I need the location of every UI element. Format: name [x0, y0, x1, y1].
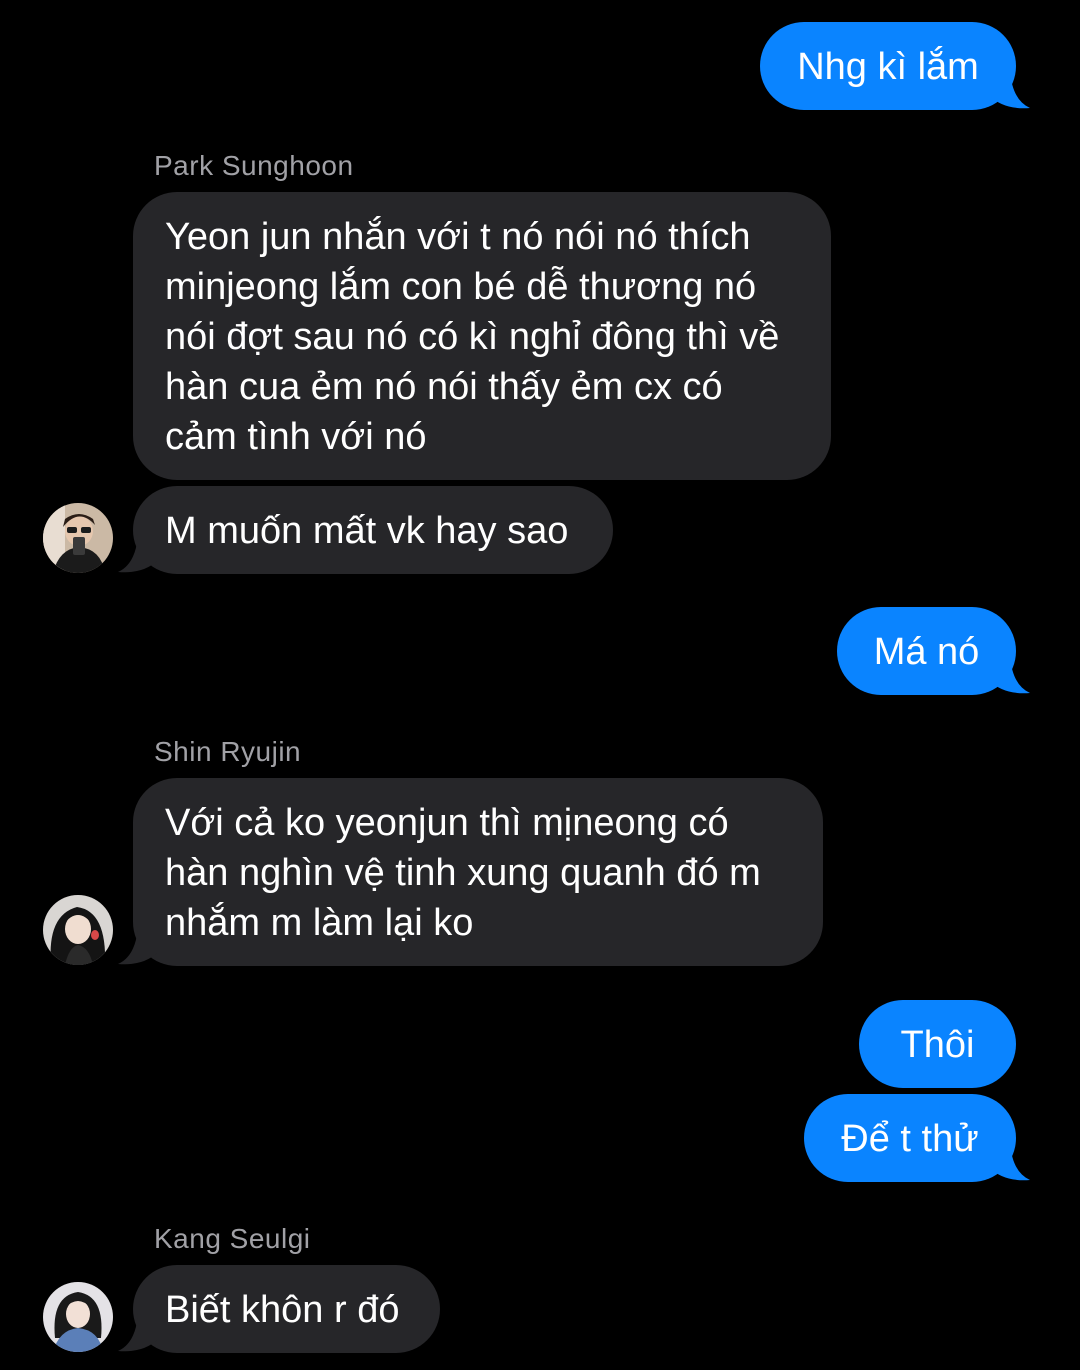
- avatar-shin-ryujin-icon[interactable]: [43, 895, 113, 965]
- bubble-tail-icon: [990, 1142, 1030, 1181]
- incoming-message-bubble[interactable]: M muốn mất vk hay sao: [133, 486, 613, 574]
- avatar-park-sunghoon-icon[interactable]: [43, 503, 113, 573]
- incoming-message-bubble[interactable]: Yeon jun nhắn với t nó nói nó thích minj…: [133, 192, 831, 480]
- outgoing-message-bubble[interactable]: Để t thử: [804, 1094, 1016, 1182]
- bubble-tail-icon: [118, 534, 158, 573]
- sender-name: Park Sunghoon: [154, 150, 354, 181]
- bubble-tail-icon: [990, 655, 1030, 694]
- incoming-message-bubble[interactable]: Biết khôn r đó: [133, 1265, 440, 1353]
- bubble-tail-icon: [990, 70, 1030, 109]
- outgoing-message-bubble[interactable]: Thôi: [859, 1000, 1016, 1088]
- sender-name: Kang Seulgi: [154, 1223, 311, 1254]
- bubble-tail-icon: [118, 926, 158, 965]
- avatar-kang-seulgi-icon[interactable]: [43, 1282, 113, 1352]
- bubble-tail-icon: [118, 1313, 158, 1352]
- outgoing-message-bubble[interactable]: Nhg kì lắm: [760, 22, 1016, 110]
- incoming-message-bubble[interactable]: Với cả ko yeonjun thì mịneong có hàn ngh…: [133, 778, 823, 966]
- sender-name: Shin Ryujin: [154, 736, 302, 767]
